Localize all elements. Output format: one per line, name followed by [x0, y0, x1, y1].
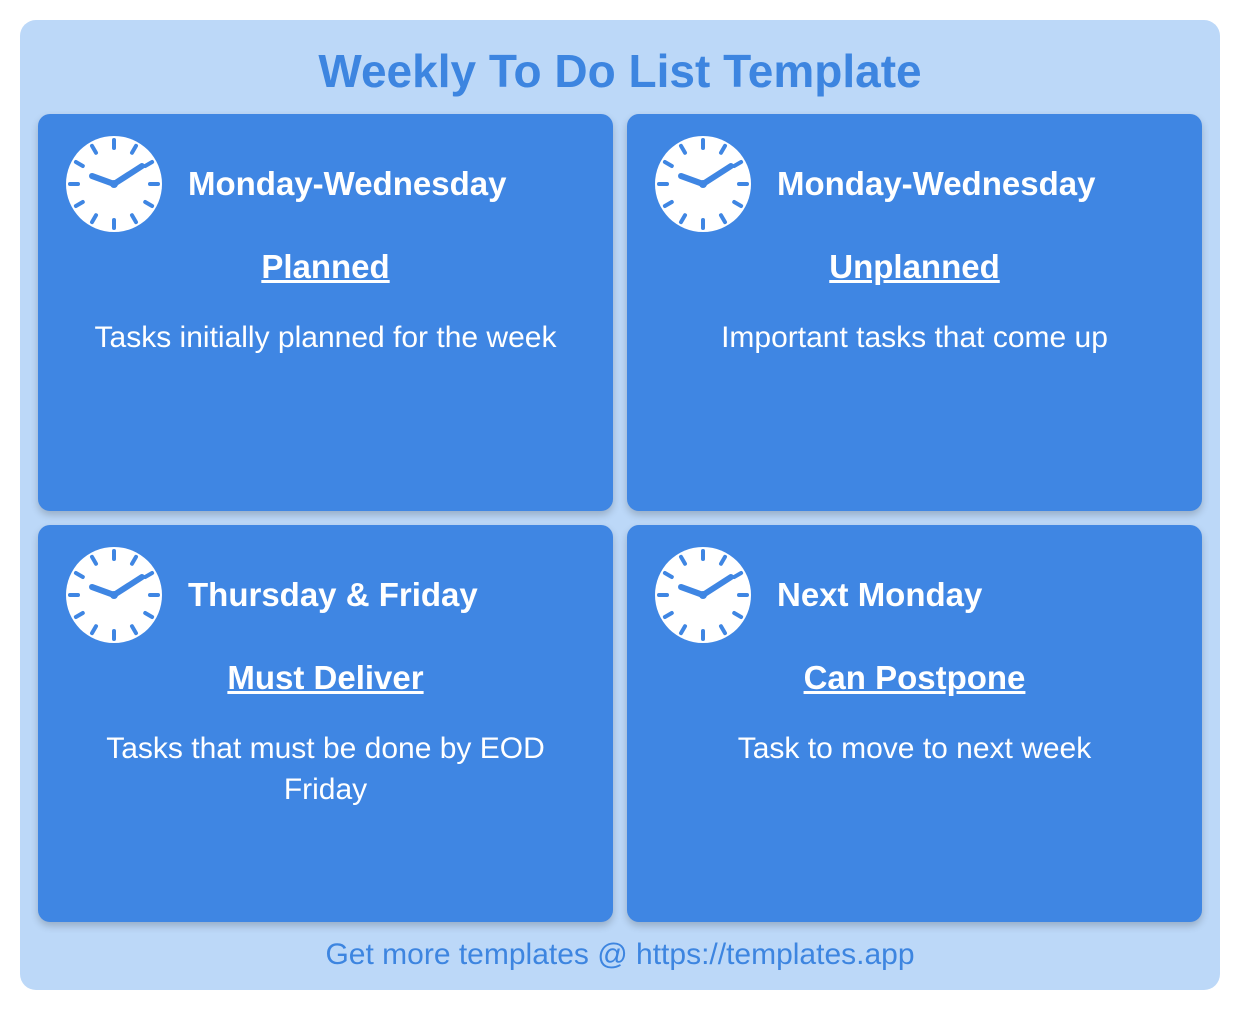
day-label: Next Monday	[777, 576, 982, 614]
clock-icon	[64, 134, 164, 234]
template-frame: Weekly To Do List Template	[20, 20, 1220, 990]
card-must-deliver: Thursday & Friday Must Deliver Tasks tha…	[38, 525, 613, 922]
category-label: Unplanned	[653, 248, 1176, 286]
card-description: Tasks that must be done by EOD Friday	[64, 729, 587, 810]
card-header: Thursday & Friday	[64, 545, 587, 645]
card-header: Monday-Wednesday	[64, 134, 587, 234]
page-title: Weekly To Do List Template	[38, 44, 1202, 98]
card-description: Important tasks that come up	[653, 318, 1176, 359]
card-can-postpone: Next Monday Can Postpone Task to move to…	[627, 525, 1202, 922]
day-label: Thursday & Friday	[188, 576, 478, 614]
footer-text: Get more templates @ https://templates.a…	[38, 922, 1202, 976]
clock-icon	[653, 545, 753, 645]
category-label: Can Postpone	[653, 659, 1176, 697]
day-label: Monday-Wednesday	[188, 165, 506, 203]
card-header: Monday-Wednesday	[653, 134, 1176, 234]
clock-icon	[64, 545, 164, 645]
category-label: Must Deliver	[64, 659, 587, 697]
card-grid: Monday-Wednesday Planned Tasks initially…	[38, 114, 1202, 922]
card-description: Tasks initially planned for the week	[64, 318, 587, 359]
day-label: Monday-Wednesday	[777, 165, 1095, 203]
card-unplanned: Monday-Wednesday Unplanned Important tas…	[627, 114, 1202, 511]
category-label: Planned	[64, 248, 587, 286]
clock-icon	[653, 134, 753, 234]
card-header: Next Monday	[653, 545, 1176, 645]
card-description: Task to move to next week	[653, 729, 1176, 770]
card-planned: Monday-Wednesday Planned Tasks initially…	[38, 114, 613, 511]
